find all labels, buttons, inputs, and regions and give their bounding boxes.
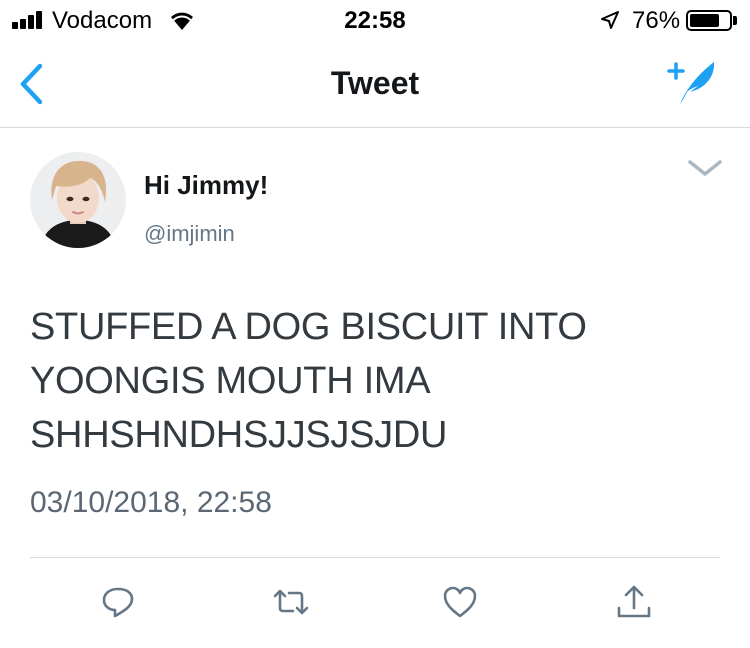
tweet-text-line: STUFFED A DOG BISCUIT INTO — [30, 306, 587, 348]
tweet-text-line: YOONGIS MOUTH IMA — [30, 360, 431, 402]
battery-level-fill — [690, 14, 719, 27]
navigation-bar: Tweet — [0, 40, 750, 128]
page-title: Tweet — [330, 65, 420, 101]
tweet-menu-button[interactable] — [684, 156, 726, 180]
chevron-down-icon — [688, 160, 722, 176]
avatar[interactable] — [30, 152, 126, 248]
retweet-button[interactable] — [271, 582, 311, 622]
user-handle[interactable]: @imjimin — [144, 221, 235, 247]
compose-tweet-icon — [667, 62, 715, 104]
reply-icon — [102, 587, 134, 618]
tweet-timestamp: 03/10/2018, 22:58 — [30, 486, 272, 519]
tweet-text: STUFFED A DOG BISCUIT INTO YOONGIS MOUTH… — [30, 300, 720, 462]
like-icon — [443, 586, 477, 618]
like-button[interactable] — [440, 582, 480, 622]
status-bar: Vodacom 22:58 76% — [0, 0, 750, 40]
tweet-detail-screen: Vodacom 22:58 76% Tweet Hi Jimmy! @imjim… — [0, 0, 750, 648]
share-icon — [617, 585, 651, 618]
battery-percentage: 76% — [632, 7, 681, 34]
share-button[interactable] — [614, 582, 654, 622]
tweet-text-line: SHHSHNDHSJJSJSJDU — [30, 414, 448, 456]
reply-button[interactable] — [98, 582, 138, 622]
compose-tweet-button[interactable] — [664, 58, 720, 108]
display-name[interactable]: Hi Jimmy! — [144, 170, 268, 201]
location-arrow-icon — [601, 11, 619, 29]
divider — [30, 557, 720, 558]
battery-icon — [686, 10, 732, 31]
battery-tip — [733, 16, 737, 25]
retweet-icon — [273, 589, 309, 615]
